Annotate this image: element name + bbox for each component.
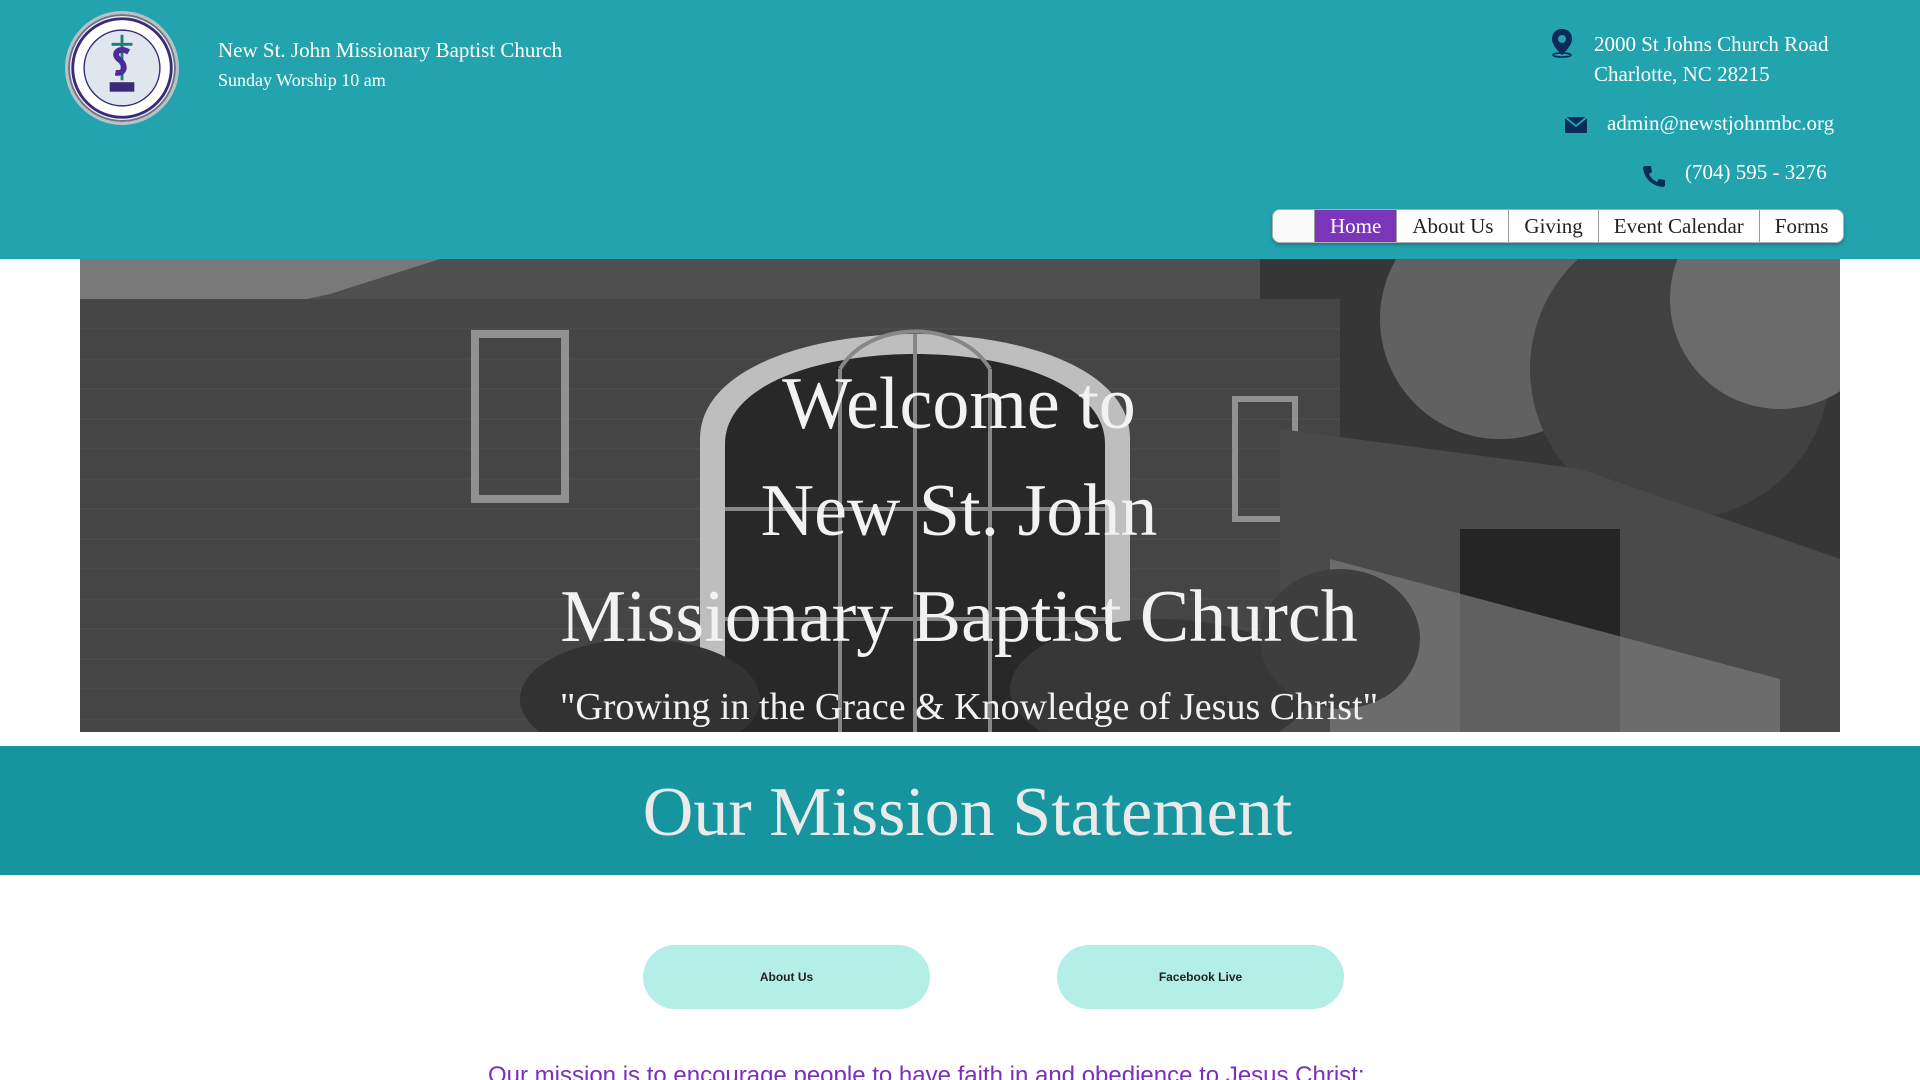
about-us-button[interactable]: About Us: [643, 945, 930, 1009]
site-header: New St. John Missionary Baptist Church S…: [0, 0, 1920, 259]
worship-time: Sunday Worship 10 am: [218, 70, 386, 90]
envelope-icon: [1564, 116, 1588, 133]
nav-giving[interactable]: Giving: [1509, 210, 1599, 242]
hero-line-2: New St. John: [760, 470, 1158, 552]
facebook-live-button[interactable]: Facebook Live: [1057, 945, 1344, 1009]
logo-emblem: [71, 17, 173, 119]
nav-home[interactable]: Home: [1315, 210, 1398, 242]
church-address: 2000 St Johns Church Road Charlotte, NC …: [1594, 29, 1829, 89]
main-nav: Home About Us Giving Event Calendar Form…: [1272, 209, 1845, 243]
nav-event-calendar[interactable]: Event Calendar: [1599, 210, 1760, 242]
hero-banner: Welcome to New St. John Missionary Bapti…: [80, 259, 1840, 732]
email-link[interactable]: admin@newstjohnmbc.org: [1607, 111, 1834, 136]
address-line-2: Charlotte, NC 28215: [1594, 62, 1770, 86]
phone-link[interactable]: (704) 595 - 3276: [1685, 160, 1827, 185]
church-name: New St. John Missionary Baptist Church: [218, 38, 563, 62]
mission-title: Our Mission Statement: [642, 774, 1293, 851]
hero-line-3: Missionary Baptist Church: [560, 576, 1358, 658]
nav-about-us[interactable]: About Us: [1397, 210, 1510, 242]
hero-tagline: "Growing in the Grace & Knowledge of Jes…: [559, 686, 1379, 728]
map-pin-icon: [1552, 29, 1572, 58]
church-logo[interactable]: [65, 11, 179, 125]
address-line-1: 2000 St Johns Church Road: [1594, 32, 1829, 56]
phone-icon: [1643, 166, 1665, 187]
nav-forms[interactable]: Forms: [1760, 210, 1844, 242]
hero-line-1: Welcome to: [782, 363, 1136, 445]
nav-spacer: [1273, 210, 1315, 242]
mission-statement-text: Our mission is to encourage people to ha…: [488, 1062, 1365, 1080]
